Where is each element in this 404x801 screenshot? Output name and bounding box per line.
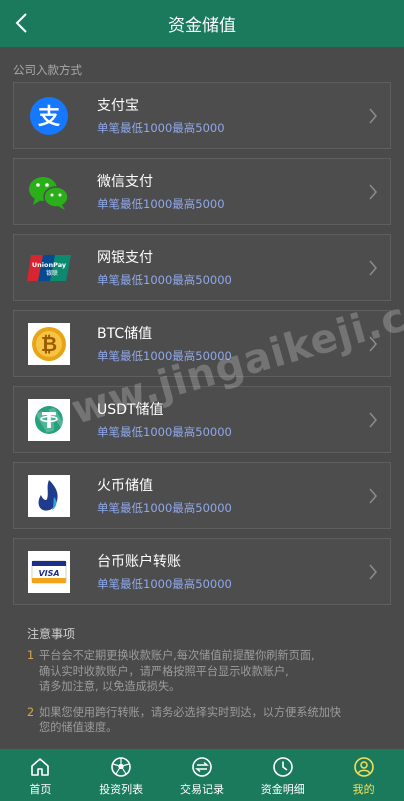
huobi-icon <box>27 474 71 518</box>
payment-method-bank-transfer[interactable]: VISA 台币账户转账 单笔最低1000最高50000 <box>13 538 391 605</box>
tab-label: 首页 <box>29 783 52 796</box>
payment-method-unionpay[interactable]: UnionPay 银联 网银支付 单笔最低1000最高50000 <box>13 234 391 301</box>
tab-investment-list[interactable]: 投资列表 <box>81 749 162 801</box>
tab-label: 交易记录 <box>179 783 224 796</box>
chevron-right-icon <box>369 336 377 352</box>
bottom-tab-bar: 首页 投资列表 交易记录 资金明细 我的 <box>0 749 404 801</box>
method-name: 微信支付 <box>97 173 153 190</box>
note-number: 1 <box>27 649 35 662</box>
method-limit: 单笔最低1000最高5000 <box>97 196 225 211</box>
alipay-icon: 支 <box>27 94 71 138</box>
notes-section: 注意事项 1 平台会不定期更换收款账户,每次储值前提醒你刷新页面, 确认实时收款… <box>27 625 377 746</box>
exchange-icon <box>192 757 212 777</box>
svg-text:UnionPay: UnionPay <box>32 261 67 269</box>
method-name: 网银支付 <box>97 249 153 266</box>
payment-method-btc[interactable]: ₿ BTC储值 单笔最低1000最高50000 <box>13 310 391 377</box>
page-title: 资金储值 <box>168 16 236 36</box>
chevron-left-icon <box>15 13 27 33</box>
method-limit: 单笔最低1000最高5000 <box>97 120 225 135</box>
clock-icon <box>272 757 293 777</box>
soccer-ball-icon <box>111 757 131 777</box>
payment-method-huobi[interactable]: 火币储值 单笔最低1000最高50000 <box>13 462 391 529</box>
method-name: BTC储值 <box>97 325 153 342</box>
chevron-right-icon <box>369 564 377 580</box>
payment-method-alipay[interactable]: 支 支付宝 单笔最低1000最高5000 <box>13 82 391 149</box>
note-number: 2 <box>27 705 35 719</box>
method-limit: 单笔最低1000最高50000 <box>97 576 232 591</box>
tab-transaction-records[interactable]: 交易记录 <box>162 749 243 801</box>
method-limit: 单笔最低1000最高50000 <box>97 424 232 439</box>
chevron-right-icon <box>369 184 377 200</box>
unionpay-icon: UnionPay 银联 <box>27 246 71 290</box>
visa-icon: VISA <box>27 550 71 594</box>
top-bar: 资金储值 <box>0 0 404 47</box>
chevron-right-icon <box>369 412 377 428</box>
payment-method-list: 支 支付宝 单笔最低1000最高5000 微信支付 单笔最低1000最高5000… <box>13 82 391 614</box>
method-name: 火币储值 <box>97 477 153 494</box>
payment-method-wechat[interactable]: 微信支付 单笔最低1000最高5000 <box>13 158 391 225</box>
chevron-right-icon <box>369 260 377 276</box>
method-name: 支付宝 <box>97 97 139 114</box>
tab-home[interactable]: 首页 <box>0 749 81 801</box>
method-name: 台币账户转账 <box>97 553 181 570</box>
chevron-right-icon <box>369 108 377 124</box>
tab-fund-details[interactable]: 资金明细 <box>242 749 323 801</box>
method-name: USDT储值 <box>97 401 164 418</box>
back-button[interactable] <box>8 9 34 37</box>
tab-mine[interactable]: 我的 <box>323 749 404 801</box>
user-icon <box>353 757 374 777</box>
note-item: 1 平台会不定期更换收款账户,每次储值前提醒你刷新页面, 确认实时收款账户，请严… <box>27 648 377 695</box>
wechat-icon <box>27 170 71 214</box>
tab-label: 我的 <box>352 783 375 796</box>
note-text: 如果您使用跨行转账，请务必选择实时到达，以方便系统加快 您的储值速度。 <box>39 705 342 735</box>
tether-icon <box>27 398 71 442</box>
svg-text:VISA: VISA <box>38 569 59 578</box>
note-text: 平台会不定期更换收款账户,每次储值前提醒你刷新页面, 确认实时收款账户，请严格按… <box>39 649 315 693</box>
svg-text:银联: 银联 <box>46 269 58 277</box>
method-limit: 单笔最低1000最高50000 <box>97 272 232 287</box>
method-limit: 单笔最低1000最高50000 <box>97 348 232 363</box>
notes-title: 注意事项 <box>27 627 76 641</box>
tab-label: 资金明细 <box>260 783 305 796</box>
bitcoin-icon: ₿ <box>27 322 71 366</box>
home-icon <box>31 758 50 776</box>
chevron-right-icon <box>369 488 377 504</box>
section-label: 公司入款方式 <box>13 63 82 77</box>
svg-text:支: 支 <box>38 105 61 130</box>
note-item: 2 如果您使用跨行转账，请务必选择实时到达，以方便系统加快 您的储值速度。 <box>27 705 377 736</box>
payment-method-usdt[interactable]: USDT储值 单笔最低1000最高50000 <box>13 386 391 453</box>
tab-label: 投资列表 <box>99 783 144 796</box>
svg-text:₿: ₿ <box>41 332 57 356</box>
method-limit: 单笔最低1000最高50000 <box>97 500 232 515</box>
